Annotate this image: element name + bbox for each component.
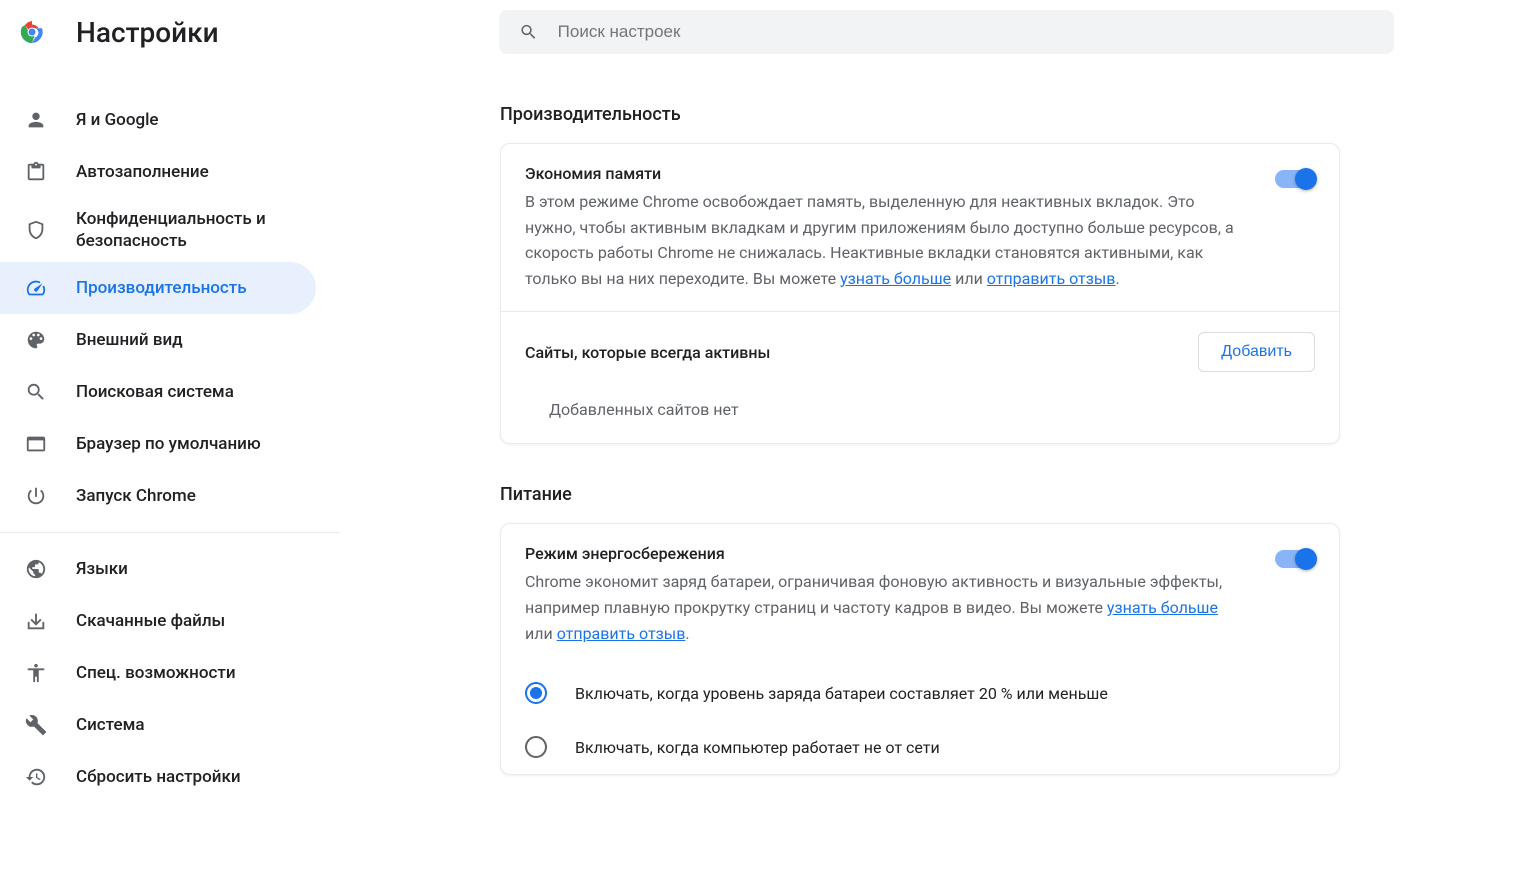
sidebar-item-label: Языки <box>76 558 128 580</box>
memory-saver-description: В этом режиме Chrome освобождает память,… <box>525 189 1243 291</box>
person-icon <box>24 108 48 132</box>
energy-saver-title: Режим энергосбережения <box>525 544 1243 563</box>
radio-button[interactable] <box>525 682 547 704</box>
search-icon <box>519 22 538 42</box>
sidebar-item-languages[interactable]: Языки <box>0 543 316 595</box>
send-feedback-link[interactable]: отправить отзыв <box>987 269 1116 288</box>
sidebar-item-accessibility[interactable]: Спец. возможности <box>0 647 316 699</box>
memory-saver-card: Экономия памяти В этом режиме Chrome осв… <box>500 143 1340 444</box>
memory-saver-row: Экономия памяти В этом режиме Chrome осв… <box>501 144 1339 311</box>
wrench-icon <box>24 713 48 737</box>
radio-label: Включать, когда уровень заряда батареи с… <box>575 684 1108 703</box>
always-active-label: Сайты, которые всегда активны <box>525 343 1178 362</box>
header: Настройки <box>0 0 1536 64</box>
main-content: Производительность Экономия памяти В это… <box>340 64 1400 815</box>
energy-saver-description: Chrome экономит заряд батареи, ограничив… <box>525 569 1243 646</box>
sidebar-item-label: Система <box>76 714 145 736</box>
sidebar-item-label: Браузер по умолчанию <box>76 433 261 455</box>
radio-option-battery-20[interactable]: Включать, когда уровень заряда батареи с… <box>501 666 1339 720</box>
sidebar-item-system[interactable]: Система <box>0 699 316 751</box>
sidebar-item-appearance[interactable]: Внешний вид <box>0 314 316 366</box>
globe-icon <box>24 557 48 581</box>
accessibility-icon <box>24 661 48 685</box>
always-active-empty: Добавленных сайтов нет <box>501 392 1339 443</box>
browser-icon <box>24 432 48 456</box>
sidebar-item-you-and-google[interactable]: Я и Google <box>0 94 316 146</box>
speedometer-icon <box>24 276 48 300</box>
sidebar-item-autofill[interactable]: Автозаполнение <box>0 146 316 198</box>
clipboard-icon <box>24 160 48 184</box>
sidebar-item-label: Спец. возможности <box>76 662 236 684</box>
section-title-power: Питание <box>500 484 1340 505</box>
always-active-row: Сайты, которые всегда активны Добавить <box>501 311 1339 392</box>
sidebar-item-label: Внешний вид <box>76 329 183 351</box>
radio-label: Включать, когда компьютер работает не от… <box>575 738 940 757</box>
sidebar-item-label: Автозаполнение <box>76 161 209 183</box>
radio-option-unplugged[interactable]: Включать, когда компьютер работает не от… <box>501 720 1339 774</box>
sidebar-item-privacy-security[interactable]: Конфиденциальность и безопасность <box>0 198 316 262</box>
section-title-performance: Производительность <box>500 104 1340 125</box>
shield-icon <box>24 218 48 242</box>
sidebar-item-on-startup[interactable]: Запуск Chrome <box>0 470 316 522</box>
learn-more-link[interactable]: узнать больше <box>1107 598 1218 617</box>
sidebar-item-label: Производительность <box>76 277 247 299</box>
search-bar[interactable] <box>499 10 1394 54</box>
memory-saver-title: Экономия памяти <box>525 164 1243 183</box>
radio-button[interactable] <box>525 736 547 758</box>
sidebar-item-label: Поисковая система <box>76 381 234 403</box>
sidebar-item-label: Я и Google <box>76 109 159 131</box>
sidebar-item-search-engine[interactable]: Поисковая система <box>0 366 316 418</box>
add-site-button[interactable]: Добавить <box>1198 332 1315 372</box>
sidebar-item-downloads[interactable]: Скачанные файлы <box>0 595 316 647</box>
energy-saver-toggle[interactable] <box>1275 550 1315 568</box>
send-feedback-link[interactable]: отправить отзыв <box>557 624 686 643</box>
chrome-logo-icon <box>20 20 44 44</box>
sidebar-item-performance[interactable]: Производительность <box>0 262 316 314</box>
sidebar-item-label: Конфиденциальность и безопасность <box>76 208 292 252</box>
sidebar-item-reset[interactable]: Сбросить настройки <box>0 751 316 803</box>
palette-icon <box>24 328 48 352</box>
restore-icon <box>24 765 48 789</box>
sidebar-item-label: Скачанные файлы <box>76 610 225 632</box>
download-icon <box>24 609 48 633</box>
sidebar-item-label: Сбросить настройки <box>76 766 241 788</box>
sidebar-item-default-browser[interactable]: Браузер по умолчанию <box>0 418 316 470</box>
sidebar-divider <box>0 532 340 533</box>
energy-saver-card: Режим энергосбережения Chrome экономит з… <box>500 523 1340 775</box>
search-input[interactable] <box>558 22 1374 42</box>
memory-saver-toggle[interactable] <box>1275 170 1315 188</box>
energy-saver-row: Режим энергосбережения Chrome экономит з… <box>501 524 1339 666</box>
sidebar: Я и Google Автозаполнение Конфиденциальн… <box>0 64 340 815</box>
search-icon <box>24 380 48 404</box>
app-title: Настройки <box>76 16 219 49</box>
learn-more-link[interactable]: узнать больше <box>840 269 951 288</box>
sidebar-item-label: Запуск Chrome <box>76 485 196 507</box>
power-icon <box>24 484 48 508</box>
